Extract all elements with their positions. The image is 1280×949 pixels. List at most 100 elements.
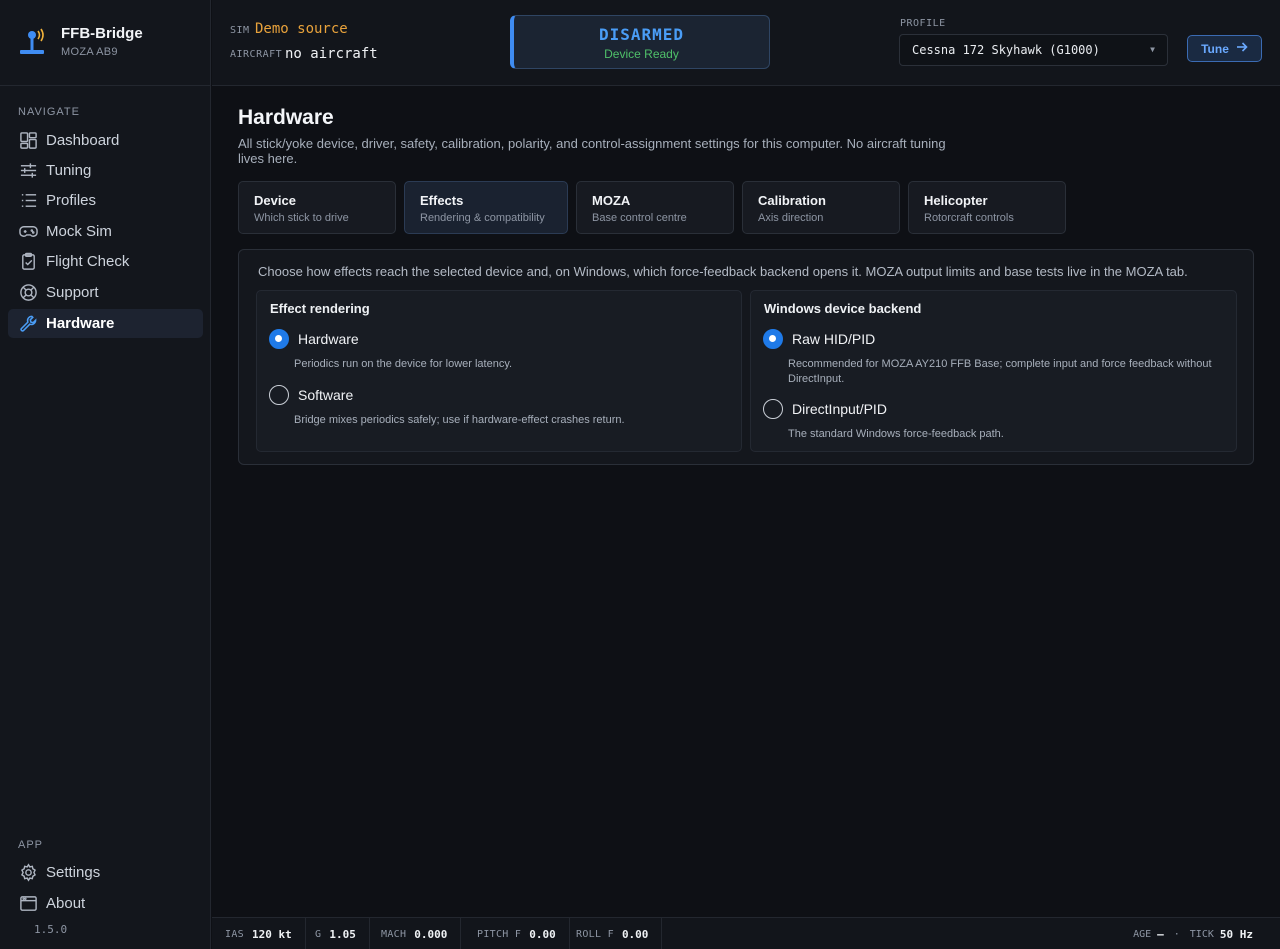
aircraft-label: AIRCRAFT xyxy=(230,49,283,60)
tab-moza[interactable]: MOZA Base control centre xyxy=(576,181,734,234)
stat-value: 1.05 xyxy=(329,927,356,941)
gear-icon xyxy=(18,863,38,883)
arm-state: DISARMED xyxy=(598,25,685,44)
option-label: Raw HID/PID xyxy=(792,331,876,347)
sidebar-item-profiles[interactable]: Profiles xyxy=(8,186,203,215)
sidebar-item-hardware[interactable]: Hardware xyxy=(8,309,203,338)
top-header: SIM Demo source AIRCRAFT no aircraft DIS… xyxy=(212,0,1280,86)
stat-label: AGE xyxy=(1133,928,1152,940)
stat-value: — xyxy=(1157,927,1164,941)
stat-label: TICK xyxy=(1189,928,1214,940)
tab-title: Device xyxy=(254,193,296,208)
sim-label: SIM xyxy=(230,25,250,36)
divider xyxy=(0,85,211,86)
stat-ias: IAS 120 kt xyxy=(212,918,306,949)
app-name: FFB-Bridge xyxy=(61,25,143,42)
sidebar-item-label: Flight Check xyxy=(46,253,130,270)
sliders-icon xyxy=(18,161,38,181)
aircraft-value: no aircraft xyxy=(285,46,378,62)
sidebar-item-label: Support xyxy=(46,284,99,301)
option-label: Software xyxy=(298,387,354,403)
stat-value: 0.000 xyxy=(414,927,448,941)
device-status: Device Ready xyxy=(604,47,679,61)
option-label: DirectInput/PID xyxy=(792,401,887,417)
sidebar-item-label: Tuning xyxy=(46,162,92,179)
tab-title: Effects xyxy=(420,193,464,208)
rendering-software-option[interactable]: Software xyxy=(269,385,353,405)
status-bar: IAS 120 kt G 1.05 MACH 0.000 PITCH F 0.0… xyxy=(212,917,1280,949)
joystick-logo-icon xyxy=(18,28,48,58)
lifebuoy-icon xyxy=(18,283,38,303)
profile-label: PROFILE xyxy=(900,18,946,29)
sidebar-item-label: Hardware xyxy=(46,315,115,332)
stat-value: 120 kt xyxy=(251,927,292,941)
sidebar-item-flight-check[interactable]: Flight Check xyxy=(8,247,203,276)
gamepad-icon xyxy=(18,222,38,242)
profile-select[interactable]: Cessna 172 Skyhawk (G1000) ▼ xyxy=(899,34,1168,66)
stat-label: G xyxy=(315,928,322,940)
tab-title: Helicopter xyxy=(924,193,988,208)
windows-backend-title: Windows device backend xyxy=(764,301,922,316)
profile-value: Cessna 172 Skyhawk (G1000) xyxy=(912,43,1100,57)
backend-raw-hid-option[interactable]: Raw HID/PID xyxy=(763,329,875,349)
stat-label: PITCH F xyxy=(477,928,522,940)
stat-g: G 1.05 xyxy=(302,918,370,949)
tab-subtitle: Rendering & compatibility xyxy=(420,212,545,224)
rendering-hardware-option[interactable]: Hardware xyxy=(269,329,359,349)
radio-unselected[interactable] xyxy=(763,399,783,419)
option-description: The standard Windows force-feedback path… xyxy=(788,428,1004,440)
sidebar-item-label: About xyxy=(46,895,86,912)
effects-intro: Choose how effects reach the selected de… xyxy=(258,264,1188,279)
tab-subtitle: Axis direction xyxy=(758,212,824,224)
page-title: Hardware xyxy=(238,106,334,129)
tab-title: MOZA xyxy=(592,193,631,208)
wrench-icon xyxy=(18,314,38,334)
tab-helicopter[interactable]: Helicopter Rotorcraft controls xyxy=(908,181,1066,234)
tab-subtitle: Base control centre xyxy=(592,212,687,224)
sidebar-item-label: Mock Sim xyxy=(46,223,112,240)
tab-calibration[interactable]: Calibration Axis direction xyxy=(742,181,900,234)
stat-value: 0.00 xyxy=(529,927,556,941)
chevron-down-icon: ▼ xyxy=(1150,45,1155,54)
sidebar: FFB-Bridge MOZA AB9 NAVIGATE Dashboard T… xyxy=(0,0,211,949)
sidebar-item-tuning[interactable]: Tuning xyxy=(8,156,203,185)
sidebar-item-mock-sim[interactable]: Mock Sim xyxy=(8,217,203,246)
stat-value: 0.00 xyxy=(621,927,649,941)
effect-rendering-card: Effect rendering Hardware Periodics run … xyxy=(256,290,742,452)
app-heading: APP xyxy=(18,839,44,851)
radio-selected[interactable] xyxy=(763,329,783,349)
tune-label: Tune xyxy=(1201,41,1229,56)
tab-effects[interactable]: Effects Rendering & compatibility xyxy=(404,181,568,234)
tab-subtitle: Rotorcraft controls xyxy=(924,212,1014,224)
option-description: Periodics run on the device for lower la… xyxy=(294,358,513,370)
stat-roll-force: ROLL F 0.00 xyxy=(563,918,663,949)
option-description: Recommended for MOZA AY210 FFB Base; com… xyxy=(788,358,1212,385)
sidebar-item-settings[interactable]: Settings xyxy=(8,858,203,887)
sidebar-item-about[interactable]: About xyxy=(8,889,203,918)
sidebar-item-support[interactable]: Support xyxy=(8,278,203,307)
windows-backend-card: Windows device backend Raw HID/PID Recom… xyxy=(750,290,1237,452)
backend-directinput-option[interactable]: DirectInput/PID xyxy=(763,399,887,419)
tab-device[interactable]: Device Which stick to drive xyxy=(238,181,396,234)
app-version: 1.5.0 xyxy=(34,923,68,936)
stat-label: MACH xyxy=(381,928,407,940)
option-label: Hardware xyxy=(298,331,359,347)
clipboard-check-icon xyxy=(18,252,38,272)
device-model: MOZA AB9 xyxy=(61,46,118,58)
sidebar-item-dashboard[interactable]: Dashboard xyxy=(8,126,203,155)
sidebar-item-label: Settings xyxy=(46,864,101,881)
stat-pitch-force: PITCH F 0.00 xyxy=(464,918,570,949)
effect-rendering-title: Effect rendering xyxy=(270,301,370,316)
sidebar-item-label: Profiles xyxy=(46,192,97,209)
radio-unselected[interactable] xyxy=(269,385,289,405)
sim-source-value: Demo source xyxy=(255,21,348,37)
radio-selected[interactable] xyxy=(269,329,289,349)
tune-button[interactable]: Tune xyxy=(1187,35,1262,62)
page-subtitle: All stick/yoke device, driver, safety, c… xyxy=(238,136,946,166)
sidebar-item-label: Dashboard xyxy=(46,132,120,149)
list-icon xyxy=(18,191,38,211)
arrow-right-icon xyxy=(1236,41,1248,56)
effects-panel: Choose how effects reach the selected de… xyxy=(238,249,1254,465)
stat-label: ROLL F xyxy=(576,928,614,940)
tab-subtitle: Which stick to drive xyxy=(254,212,349,224)
